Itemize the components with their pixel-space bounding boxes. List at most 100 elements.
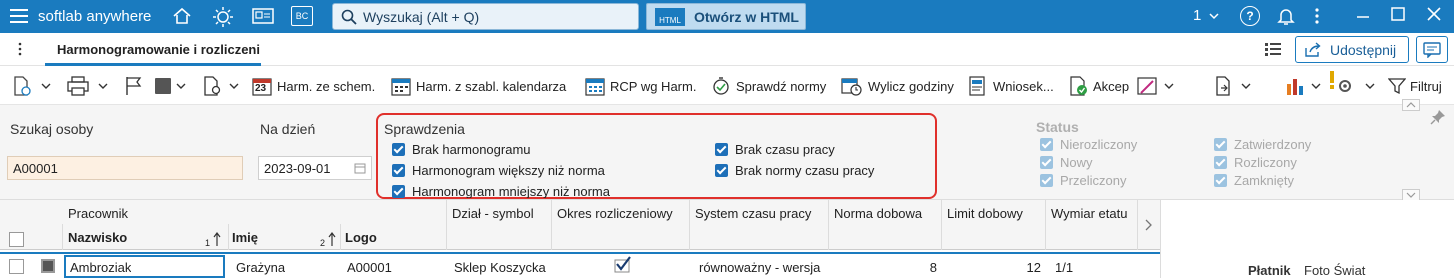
bc-icon[interactable]: BC: [291, 6, 313, 26]
more-vertical-icon[interactable]: [1313, 6, 1321, 26]
check-harm-mniejszy[interactable]: Harmonogram mniejszy niż norma: [392, 184, 610, 198]
bc-icon-label: BC: [295, 11, 309, 21]
print-icon[interactable]: [66, 76, 90, 96]
check-harm-wiekszy[interactable]: Harmonogram większy niż norma: [392, 163, 605, 178]
row-checkbox[interactable]: [9, 259, 24, 274]
cell-logo: A00001: [347, 260, 392, 275]
check-brak-czasu-pracy[interactable]: Brak czasu pracy: [715, 142, 835, 157]
col-imie[interactable]: Imię: [232, 230, 258, 245]
cell-wymiar: 1/1: [1055, 260, 1074, 275]
app-name: softlab anywhere: [38, 8, 152, 25]
document-settings-icon[interactable]: [202, 76, 224, 96]
bar-chart-icon[interactable]: [1285, 76, 1307, 96]
col-nazwisko[interactable]: Nazwisko: [68, 230, 127, 245]
search-icon: [341, 9, 357, 25]
export-document-icon[interactable]: [1214, 76, 1236, 96]
check-label: Harmonogram mniejszy niż norma: [412, 184, 610, 198]
new-document-icon[interactable]: [12, 76, 34, 96]
status-rozliczony[interactable]: Rozliczony: [1214, 155, 1297, 170]
status-zatwierdzony[interactable]: Zatwierdzony: [1214, 137, 1311, 152]
dropdown-chevron-icon[interactable]: [40, 80, 52, 92]
search-box[interactable]: Wyszukaj (Alt + Q): [332, 3, 639, 30]
tab-menu-icon[interactable]: [17, 41, 23, 57]
na-dzien-label: Na dzień: [260, 121, 316, 137]
dropdown-chevron-icon[interactable]: [175, 80, 187, 92]
sprawdz-normy-button[interactable]: Sprawdź normy: [711, 71, 826, 101]
id-card-icon[interactable]: [252, 6, 274, 26]
share-button[interactable]: Udostępnij: [1295, 36, 1409, 63]
col-okres[interactable]: Okres rozliczeniowy: [557, 206, 673, 221]
calendar-grid-icon: [391, 76, 411, 96]
dropdown-chevron-icon[interactable]: [1364, 80, 1376, 92]
col-wymiar[interactable]: Wymiar etatu: [1051, 206, 1127, 221]
dropdown-chevron-icon[interactable]: [97, 80, 109, 92]
status-nierozliczony[interactable]: Nierozliczony: [1040, 137, 1137, 152]
wniosek-button[interactable]: Wniosek...: [968, 71, 1054, 101]
akcep-button[interactable]: Akcep: [1069, 71, 1129, 101]
hamburger-menu-icon[interactable]: [10, 8, 30, 24]
open-html-button[interactable]: HTML Otwórz w HTML: [646, 3, 806, 30]
minimize-icon[interactable]: [1355, 8, 1371, 24]
close-icon[interactable]: [1426, 6, 1442, 22]
col-norma[interactable]: Norma dobowa: [834, 206, 922, 221]
checkbox-checked-icon[interactable]: [1214, 156, 1227, 169]
brightness-icon[interactable]: [212, 6, 234, 28]
status-zamkniety[interactable]: Zamknięty: [1214, 173, 1294, 188]
dropdown-chevron-icon[interactable]: [228, 80, 240, 92]
cell-nazwisko[interactable]: Ambroziak: [64, 255, 225, 278]
help-icon[interactable]: ?: [1240, 6, 1260, 26]
na-dzien-date-input[interactable]: 2023-09-01: [258, 156, 372, 180]
checkbox-checked-icon[interactable]: [715, 143, 728, 156]
warning-gear-icon[interactable]: [1328, 70, 1354, 96]
home-icon[interactable]: [172, 6, 192, 26]
stop-square-icon[interactable]: [155, 78, 171, 94]
checkbox-checked-icon[interactable]: [1214, 138, 1227, 151]
checkbox-checked-icon[interactable]: [715, 164, 728, 177]
chat-button[interactable]: [1416, 36, 1448, 63]
dropdown-chevron-icon[interactable]: [1240, 80, 1252, 92]
cell-nazwisko-value: Ambroziak: [70, 260, 132, 275]
col-dzial[interactable]: Dział - symbol: [452, 206, 534, 221]
col-system[interactable]: System czasu pracy: [695, 206, 811, 221]
col-logo[interactable]: Logo: [345, 230, 377, 245]
scroll-up-icon[interactable]: [1402, 99, 1420, 111]
rcp-wg-harm-button[interactable]: RCP wg Harm.: [585, 71, 696, 101]
pin-icon[interactable]: [1430, 109, 1446, 125]
status-przeliczony[interactable]: Przeliczony: [1040, 173, 1126, 188]
search-input[interactable]: Wyszukaj (Alt + Q): [363, 9, 479, 25]
flag-icon[interactable]: [124, 76, 144, 96]
maximize-icon[interactable]: [1390, 6, 1406, 22]
chevron-down-icon[interactable]: [1208, 10, 1220, 22]
col-limit[interactable]: Limit dobowy: [947, 206, 1023, 221]
tab-harmonogramowanie[interactable]: Harmonogramowanie i rozliczeni: [45, 33, 261, 66]
filtruj-button[interactable]: Filtruj: [1388, 71, 1442, 101]
checkbox-checked-icon[interactable]: [1040, 174, 1053, 187]
html-badge-icon: HTML: [655, 7, 685, 26]
checkbox-checked-icon[interactable]: [1040, 156, 1053, 169]
dropdown-chevron-icon[interactable]: [1310, 80, 1322, 92]
check-brak-normy[interactable]: Brak normy czasu pracy: [715, 163, 874, 178]
szukaj-osoby-input[interactable]: A00001: [7, 156, 243, 180]
checkbox-checked-icon[interactable]: [392, 143, 405, 156]
scroll-columns-right-icon[interactable]: [1144, 218, 1154, 232]
sprawdz-normy-label: Sprawdź normy: [736, 78, 827, 94]
list-view-icon[interactable]: [1264, 41, 1282, 59]
select-all-checkbox[interactable]: [9, 232, 24, 247]
checkbox-checked-icon[interactable]: [392, 164, 405, 177]
harm-z-szabl-button[interactable]: Harm. z szabl. kalendarza: [391, 71, 566, 101]
bell-icon[interactable]: [1276, 6, 1296, 26]
checkbox-checked-icon[interactable]: [1040, 138, 1053, 151]
check-brak-harmonogramu[interactable]: Brak harmonogramu: [392, 142, 531, 157]
cell-limit: 12: [1026, 260, 1041, 275]
share-label: Udostępnij: [1330, 41, 1397, 58]
dropdown-chevron-icon[interactable]: [1163, 80, 1175, 92]
checkbox-checked-icon[interactable]: [392, 184, 405, 198]
calendar-icon[interactable]: [354, 162, 366, 174]
checkbox-checked-icon[interactable]: [1214, 174, 1227, 187]
status-nowy[interactable]: Nowy: [1040, 155, 1093, 170]
harm-ze-schem-button[interactable]: 23 Harm. ze schem.: [252, 71, 375, 101]
wylicz-godziny-button[interactable]: Wylicz godziny: [841, 71, 954, 101]
flag-edit-icon[interactable]: [1137, 76, 1159, 96]
table-row[interactable]: Ambroziak Grażyna A00001 Sklep Koszycka …: [0, 252, 1160, 278]
approve-document-icon: [1069, 76, 1089, 96]
